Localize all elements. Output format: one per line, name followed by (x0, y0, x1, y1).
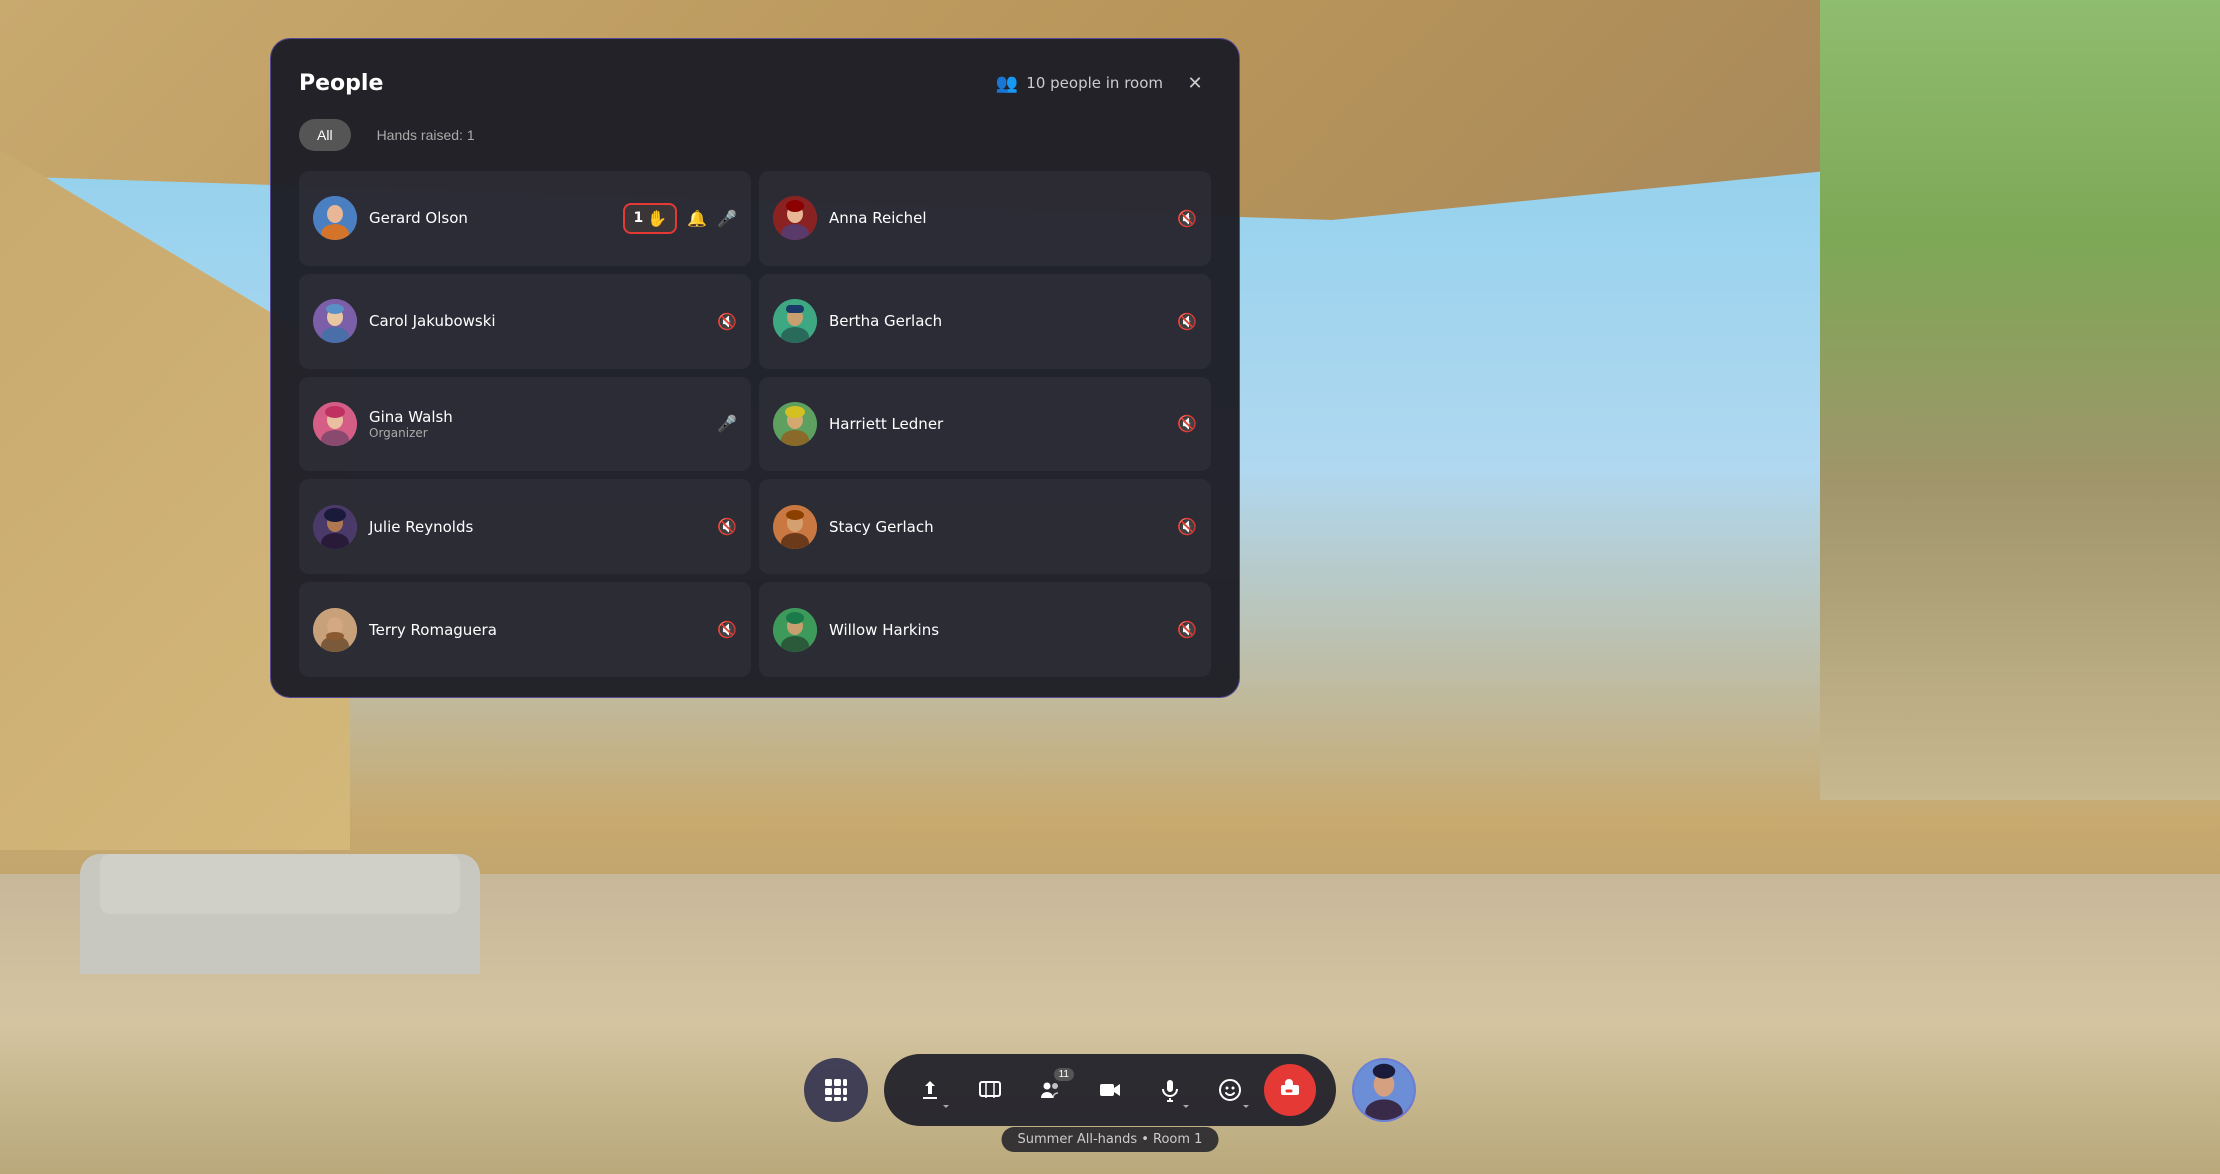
person-actions-bertha: 🔇 (1177, 312, 1197, 331)
person-row-harriett: Harriett Ledner 🔇 (759, 377, 1211, 472)
mic-muted-icon-bertha[interactable]: 🔇 (1177, 312, 1197, 331)
people-grid: Gerard Olson 1 ✋ 🔔 🎤 (299, 171, 1211, 677)
avatar-willow (773, 608, 817, 652)
person-row-julie: Julie Reynolds 🔇 (299, 479, 751, 574)
person-info-gerard: Gerard Olson (369, 209, 611, 227)
person-actions-anna: 🔇 (1177, 209, 1197, 228)
avatar-gina (313, 402, 357, 446)
person-info-carol: Carol Jakubowski (369, 312, 705, 330)
person-info-bertha: Bertha Gerlach (829, 312, 1165, 330)
tab-all[interactable]: All (299, 119, 351, 151)
reaction-button[interactable] (1204, 1064, 1256, 1116)
person-name-gerard: Gerard Olson (369, 209, 611, 227)
mic-icon-gina[interactable]: 🎤 (717, 414, 737, 433)
bell-icon-gerard[interactable]: 🔔 (687, 209, 707, 228)
person-actions-stacy: 🔇 (1177, 517, 1197, 536)
grid-button[interactable] (804, 1058, 868, 1122)
mic-muted-icon-harriett[interactable]: 🔇 (1177, 414, 1197, 433)
person-info-willow: Willow Harkins (829, 621, 1165, 639)
person-row-terry: Terry Romaguera 🔇 (299, 582, 751, 677)
toolbar-pill: 11 (884, 1054, 1336, 1126)
people-button[interactable]: 11 (1024, 1064, 1076, 1116)
content-button[interactable] (964, 1064, 1016, 1116)
person-info-terry: Terry Romaguera (369, 621, 705, 639)
share-button[interactable] (904, 1064, 956, 1116)
person-actions-terry: 🔇 (717, 620, 737, 639)
mic-icon-gerard[interactable]: 🎤 (717, 209, 737, 228)
hand-count: 1 (633, 210, 643, 226)
people-count: 👥 10 people in room (996, 73, 1163, 94)
person-info-stacy: Stacy Gerlach (829, 518, 1165, 536)
mic-muted-icon-julie[interactable]: 🔇 (717, 517, 737, 536)
person-name-terry: Terry Romaguera (369, 621, 705, 639)
mic-muted-icon-willow[interactable]: 🔇 (1177, 620, 1197, 639)
bg-couch-cushion (100, 854, 460, 914)
tab-hands-raised[interactable]: Hands raised: 1 (359, 119, 493, 151)
mic-button[interactable] (1144, 1064, 1196, 1116)
person-name-bertha: Bertha Gerlach (829, 312, 1165, 330)
person-row-carol: Carol Jakubowski 🔇 (299, 274, 751, 369)
person-row-bertha: Bertha Gerlach 🔇 (759, 274, 1211, 369)
person-info-julie: Julie Reynolds (369, 518, 705, 536)
panel-header: People 👥 10 people in room ✕ (299, 67, 1211, 99)
person-name-willow: Willow Harkins (829, 621, 1165, 639)
person-actions-harriett: 🔇 (1177, 414, 1197, 433)
people-count-icon: 👥 (996, 73, 1018, 94)
end-call-button[interactable] (1264, 1064, 1316, 1116)
avatar-stacy (773, 505, 817, 549)
person-actions-julie: 🔇 (717, 517, 737, 536)
panel-title: People (299, 71, 383, 96)
avatar-bertha (773, 299, 817, 343)
person-name-stacy: Stacy Gerlach (829, 518, 1165, 536)
bottom-bar: 11 (804, 1054, 1416, 1126)
mic-muted-icon-anna[interactable]: 🔇 (1177, 209, 1197, 228)
person-actions-willow: 🔇 (1177, 620, 1197, 639)
person-row-anna: Anna Reichel 🔇 (759, 171, 1211, 266)
people-count-badge: 11 (1054, 1068, 1074, 1081)
tabs: All Hands raised: 1 (299, 119, 1211, 151)
hand-emoji: ✋ (647, 209, 667, 228)
user-avatar-bottom[interactable] (1352, 1058, 1416, 1122)
person-row-willow: Willow Harkins 🔇 (759, 582, 1211, 677)
person-name-harriett: Harriett Ledner (829, 415, 1165, 433)
person-info-anna: Anna Reichel (829, 209, 1165, 227)
room-label: Summer All-hands • Room 1 (1002, 1127, 1219, 1152)
person-actions-gina: 🎤 (717, 414, 737, 433)
camera-button[interactable] (1084, 1064, 1136, 1116)
person-name-gina: Gina Walsh (369, 408, 705, 426)
avatar-carol (313, 299, 357, 343)
avatar-harriett (773, 402, 817, 446)
avatar-julie (313, 505, 357, 549)
mic-muted-icon-stacy[interactable]: 🔇 (1177, 517, 1197, 536)
bg-wall-right (1820, 0, 2220, 800)
avatar-anna (773, 196, 817, 240)
person-name-carol: Carol Jakubowski (369, 312, 705, 330)
close-button[interactable]: ✕ (1179, 67, 1211, 99)
avatar-gerard (313, 196, 357, 240)
hand-raised-badge-gerard[interactable]: 1 ✋ (623, 203, 677, 234)
person-name-anna: Anna Reichel (829, 209, 1165, 227)
mic-muted-icon-carol[interactable]: 🔇 (717, 312, 737, 331)
person-row-gerard: Gerard Olson 1 ✋ 🔔 🎤 (299, 171, 751, 266)
person-row-stacy: Stacy Gerlach 🔇 (759, 479, 1211, 574)
panel-header-right: 👥 10 people in room ✕ (996, 67, 1211, 99)
person-info-harriett: Harriett Ledner (829, 415, 1165, 433)
avatar-terry (313, 608, 357, 652)
person-actions-gerard: 1 ✋ 🔔 🎤 (623, 203, 737, 234)
people-count-label: 10 people in room (1026, 74, 1163, 92)
person-row-gina: Gina Walsh Organizer 🎤 (299, 377, 751, 472)
mic-muted-icon-terry[interactable]: 🔇 (717, 620, 737, 639)
person-name-julie: Julie Reynolds (369, 518, 705, 536)
people-panel: People 👥 10 people in room ✕ All Hands r… (270, 38, 1240, 698)
person-role-gina: Organizer (369, 426, 705, 440)
person-info-gina: Gina Walsh Organizer (369, 408, 705, 440)
close-icon: ✕ (1187, 73, 1202, 94)
person-actions-carol: 🔇 (717, 312, 737, 331)
